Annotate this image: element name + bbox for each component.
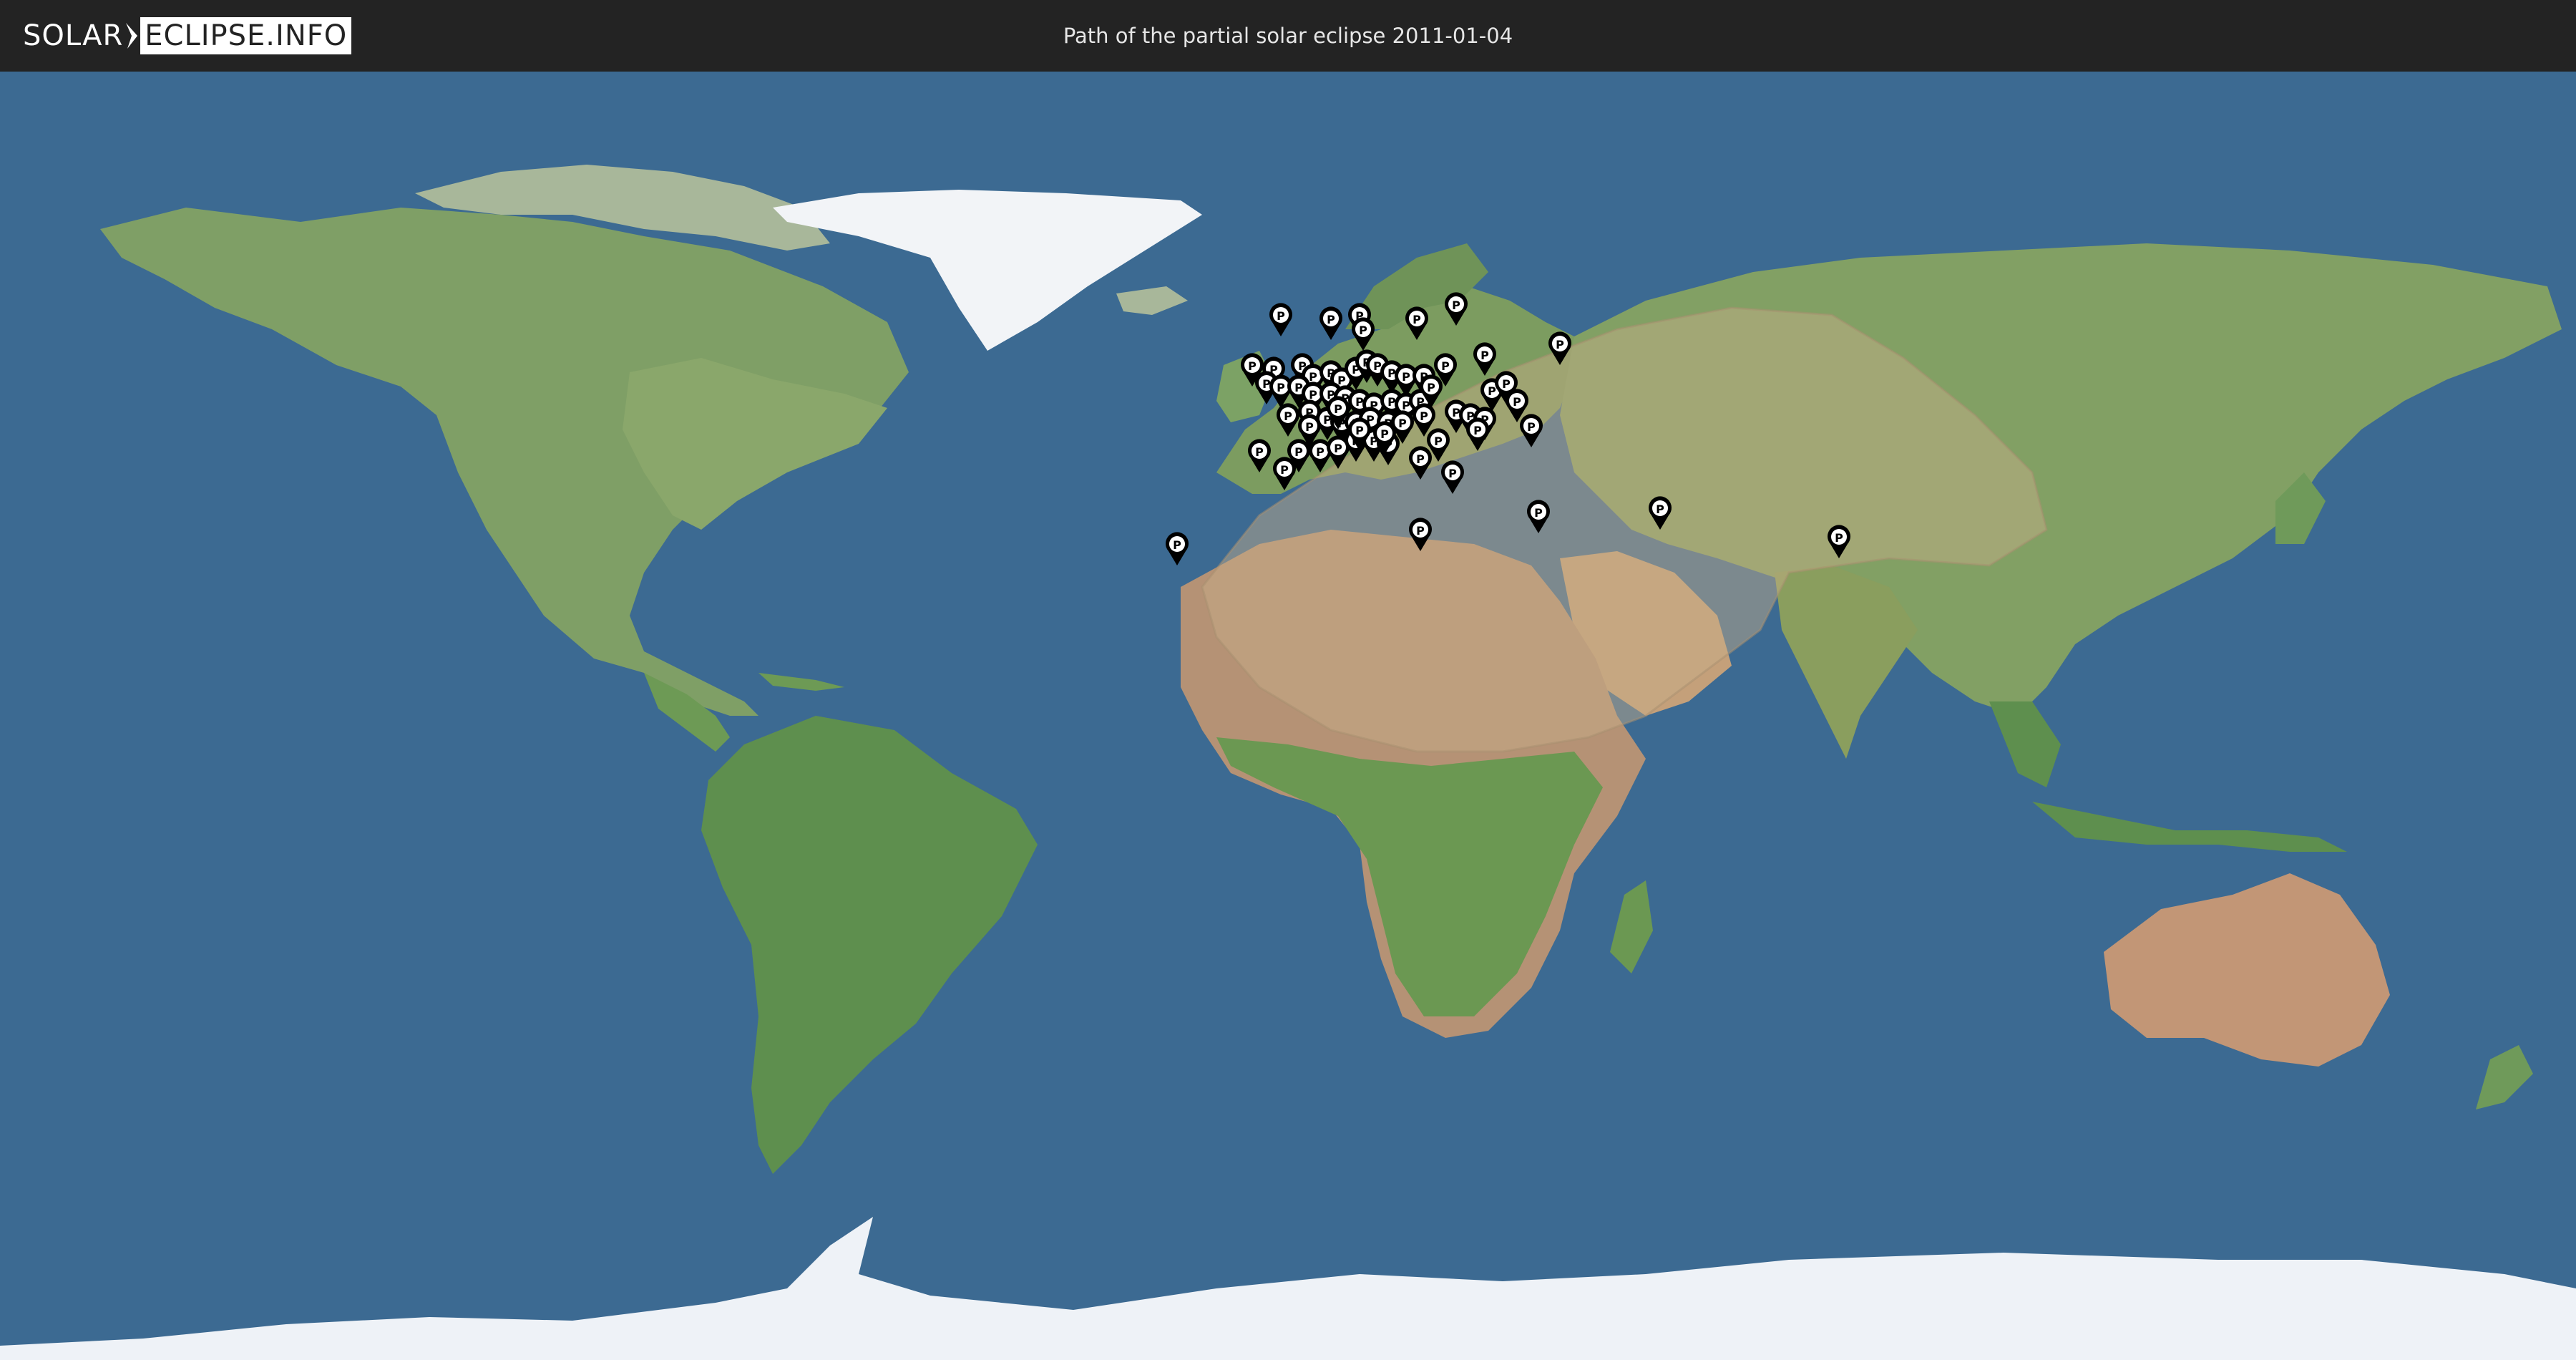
map-pin-letter: P [1556, 338, 1564, 351]
map-pin-letter: P [1380, 427, 1389, 441]
map-pin-letter: P [1355, 424, 1364, 437]
map-pin-letter: P [1280, 463, 1289, 477]
map-pin-letter: P [1309, 370, 1317, 384]
page-title: Path of the partial solar eclipse 2011-0… [1063, 24, 1513, 48]
map-pin-letter: P [1359, 324, 1367, 337]
map-pin-letter: P [1473, 424, 1482, 437]
map-pin-letter: P [1502, 377, 1511, 391]
map-pin-letter: P [1513, 395, 1521, 409]
map-pin-letter: P [1334, 402, 1342, 416]
map-pin-letter: P [1284, 409, 1292, 423]
map-pin-letter: P [1255, 445, 1264, 459]
map-pin-letter: P [1294, 445, 1303, 459]
map-pin-letter: P [1656, 502, 1664, 516]
map-pin-letter: P [1309, 388, 1317, 402]
map-pin-letter: P [1327, 313, 1335, 326]
map-pin-letter: P [1402, 370, 1410, 384]
map-pin-letter: P [1316, 445, 1324, 459]
map-pin-letter: P [1480, 349, 1489, 362]
map-pin-letter: P [1277, 309, 1285, 323]
map-pin-letter: P [1248, 359, 1257, 373]
header-bar: SOLAR ECLIPSE.INFO Path of the partial s… [0, 0, 2576, 72]
map-pin-letter: P [1534, 506, 1543, 520]
map-pin-letter: P [1305, 420, 1314, 434]
map-pin-letter: P [1441, 359, 1450, 373]
map-pin-letter: P [1413, 313, 1421, 326]
map-pin-letter: P [1448, 467, 1457, 480]
map-pin-letter: P [1416, 524, 1425, 538]
map-pin-letter: P [1835, 531, 1843, 545]
map-pin-letter: P [1416, 452, 1425, 466]
world-map[interactable]: P P PPPPP P PP PPP PP P PP P PP P P P P P P PPPPPPPP PP P PP… [0, 72, 2576, 1360]
map-pin-letter: P [1334, 442, 1342, 455]
map-pin-letter: P [1420, 409, 1428, 423]
map-pin-letter: P [1277, 381, 1285, 394]
map-pin-letter: P [1427, 381, 1435, 394]
map-pin-letter: P [1434, 434, 1443, 448]
map-pin-letter: P [1488, 384, 1496, 398]
map-pin-letter: P [1452, 298, 1460, 312]
map-pin-letter: P [1173, 538, 1181, 552]
map-pin-letter: P [1398, 417, 1407, 430]
map-pin-letter: P [1527, 420, 1536, 434]
